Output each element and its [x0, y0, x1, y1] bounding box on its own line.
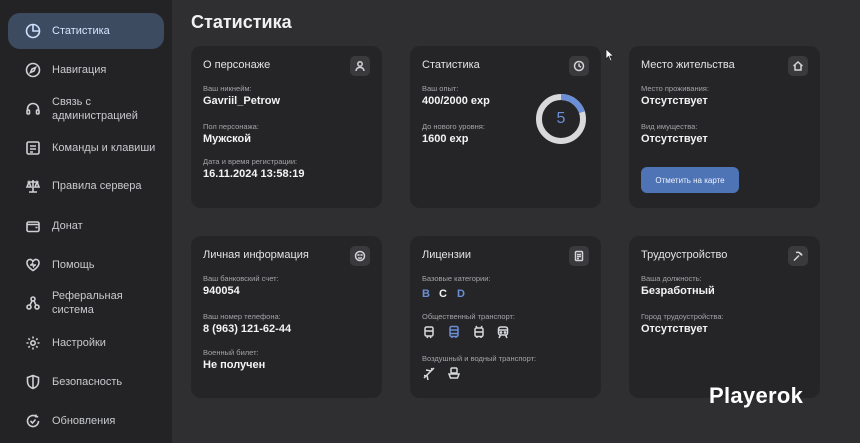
phone-value: 8 (963) 121-62-44 [203, 323, 292, 335]
compass-icon [24, 61, 42, 79]
sidebar-item-label: Статистика [52, 25, 110, 37]
sidebar-item-label: Донат [52, 220, 83, 232]
position-label: Ваша должность: [641, 274, 702, 283]
work-city-value: Отсутствует [641, 323, 708, 335]
next-level-label: До нового уровня: [422, 122, 485, 131]
employment-card-title: Трудоустройство [641, 249, 728, 261]
exp-value: 400/2000 exp [422, 95, 490, 107]
train-icon [496, 325, 510, 339]
mark-on-map-button[interactable]: Отметить на карте [641, 167, 739, 193]
airplane-icon [422, 366, 436, 381]
watermark: Playerok [709, 383, 804, 408]
gender-label: Пол персонажа: [203, 122, 259, 131]
bank-account-value: 940054 [203, 285, 240, 297]
phone-label: Ваш номер телефона: [203, 312, 281, 321]
air-water-transport-label: Воздушный и водный транспорт: [422, 354, 537, 363]
character-card: О персонаже Ваш никнейм: Gavriil_Petrow … [191, 46, 382, 208]
residence-card-title: Место жительства [641, 59, 735, 71]
place-value: Отсутствует [641, 95, 708, 107]
heart-icon [24, 256, 42, 274]
headset-icon [24, 100, 42, 118]
scales-icon [24, 177, 42, 195]
sidebar-item-referral[interactable]: Реферальная система [8, 285, 164, 321]
sidebar-item-label: Правила сервера [52, 180, 142, 192]
licenses-card-title: Лицензии [422, 249, 472, 261]
bank-account-label: Ваш банковский счет: [203, 274, 279, 283]
shield-icon [24, 373, 42, 391]
home-icon[interactable] [788, 56, 808, 76]
tram-icon [422, 325, 436, 339]
document-icon[interactable] [569, 246, 589, 266]
trolleybus-icon [472, 325, 486, 339]
sidebar-item-help[interactable]: Помощь [8, 247, 164, 283]
sidebar-item-label: Настройки [52, 337, 106, 349]
bus-icon [447, 325, 461, 339]
statistics-card-title: Статистика [422, 59, 480, 71]
sidebar-item-label: Помощь [52, 259, 95, 271]
base-categories-label: Базовые категории: [422, 274, 491, 283]
employment-card: Трудоустройство Ваша должность: Безработ… [629, 236, 820, 398]
military-id-value: Не получен [203, 359, 266, 371]
next-level-value: 1600 exp [422, 133, 469, 145]
gender-value: Мужской [203, 133, 252, 145]
boat-icon [447, 366, 461, 380]
gear-icon [24, 334, 42, 352]
sidebar-item-security[interactable]: Безопасность [8, 364, 164, 400]
statistics-card: Статистика Ваш опыт: 400/2000 exp До нов… [410, 46, 601, 208]
mouse-cursor-icon [605, 48, 615, 62]
update-icon [24, 412, 42, 430]
wallet-icon [24, 217, 42, 235]
sidebar-item-settings[interactable]: Настройки [8, 325, 164, 361]
level-progress-ring: 5 [534, 92, 588, 146]
property-value: Отсутствует [641, 133, 708, 145]
sidebar: Статистика Навигация Связь с администрац… [0, 0, 172, 443]
network-icon [24, 294, 42, 312]
pie-chart-icon [24, 22, 42, 40]
sidebar-item-label: Обновления [52, 415, 116, 427]
licenses-card: Лицензии Базовые категории: B C D Общест… [410, 236, 601, 398]
nickname-label: Ваш никнейм: [203, 84, 252, 93]
public-transport-label: Общественный транспорт: [422, 312, 516, 321]
terminal-icon [24, 139, 42, 157]
face-icon[interactable] [350, 246, 370, 266]
property-label: Вид имущества: [641, 122, 698, 131]
category-b: B [422, 288, 430, 300]
pickaxe-icon[interactable] [788, 246, 808, 266]
sidebar-item-contact-admin[interactable]: Связь с администрацией [8, 91, 164, 127]
sidebar-item-commands[interactable]: Команды и клавиши [8, 130, 164, 166]
military-id-label: Военный билет: [203, 348, 259, 357]
work-city-label: Город трудоустройства: [641, 312, 724, 321]
category-c: C [439, 288, 447, 300]
sidebar-item-label: Безопасность [52, 376, 123, 388]
registration-value: 16.11.2024 13:58:19 [203, 168, 305, 180]
nickname-value: Gavriil_Petrow [203, 95, 281, 107]
place-label: Место проживания: [641, 84, 709, 93]
exp-label: Ваш опыт: [422, 84, 459, 93]
sidebar-item-statistics[interactable]: Статистика [8, 13, 164, 49]
level-number: 5 [556, 110, 566, 127]
sidebar-item-label: Связь с администрацией [52, 96, 138, 122]
clock-icon[interactable] [569, 56, 589, 76]
registration-label: Дата и время регистрации: [203, 157, 298, 166]
user-icon[interactable] [350, 56, 370, 76]
position-value: Безработный [641, 285, 715, 297]
personal-info-card-title: Личная информация [203, 249, 309, 261]
sidebar-item-label: Команды и клавиши [52, 142, 156, 154]
sidebar-item-label: Навигация [52, 64, 107, 76]
sidebar-item-rules[interactable]: Правила сервера [8, 168, 164, 204]
category-d: D [457, 288, 465, 300]
sidebar-item-label: Реферальная система [52, 290, 123, 316]
residence-card: Место жительства Место проживания: Отсут… [629, 46, 820, 208]
character-card-title: О персонаже [203, 59, 271, 71]
sidebar-item-navigation[interactable]: Навигация [8, 52, 164, 88]
sidebar-item-donate[interactable]: Донат [8, 208, 164, 244]
sidebar-item-updates[interactable]: Обновления [8, 403, 164, 439]
page-title: Статистика [191, 12, 292, 32]
personal-info-card: Личная информация Ваш банковский счет: 9… [191, 236, 382, 398]
